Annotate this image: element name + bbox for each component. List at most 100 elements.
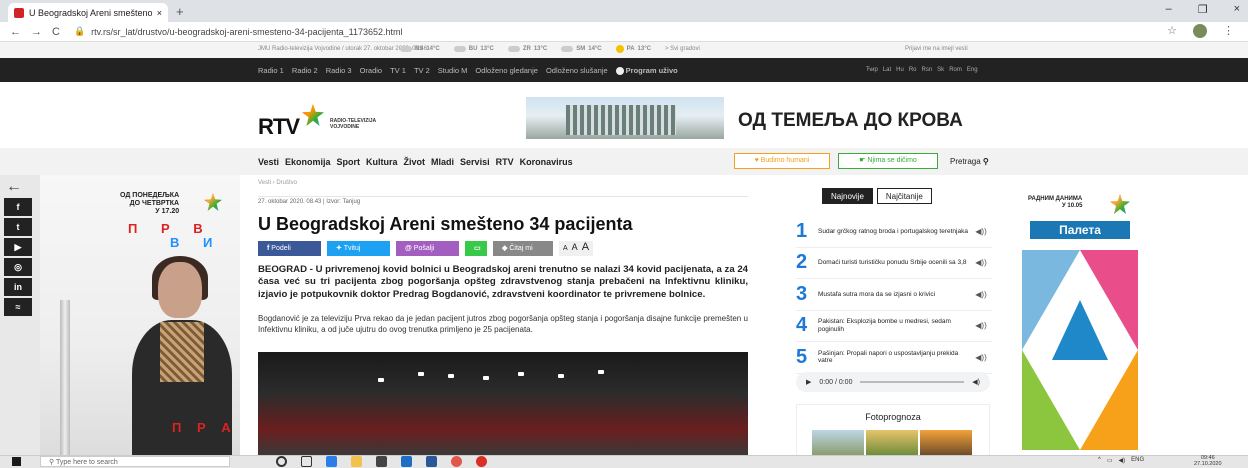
list-item[interactable]: 2 Domaći turisti turističku ponudu Srbij… bbox=[796, 248, 992, 279]
item-title[interactable]: Sudar grčkog ratnog broda i portugalskog… bbox=[814, 228, 970, 236]
font-big-button[interactable]: A bbox=[582, 241, 589, 253]
newsletter-link[interactable]: Prijavi me na imejl vesti bbox=[905, 46, 968, 52]
taskbar-clock[interactable]: 09:46 27.10.2020 bbox=[1194, 455, 1222, 467]
search-button[interactable]: Pretraga ⚲ bbox=[950, 157, 989, 166]
windows-start-icon[interactable] bbox=[12, 457, 21, 466]
menu-item[interactable]: Odloženo gledanje bbox=[475, 66, 538, 75]
cat-item[interactable]: RTV bbox=[496, 157, 514, 167]
language-indicator[interactable]: ENG bbox=[1131, 457, 1144, 464]
lang-item[interactable]: Hu bbox=[896, 67, 904, 73]
close-window-button[interactable]: × bbox=[1234, 3, 1240, 16]
menu-item[interactable]: Studio M bbox=[438, 66, 468, 75]
list-item[interactable]: 5 Pašinjan: Propali napori o uspostavlja… bbox=[796, 342, 992, 374]
instagram-icon[interactable]: ◎ bbox=[4, 258, 32, 276]
share-message-button[interactable]: ▭ bbox=[465, 241, 487, 256]
rss-icon[interactable]: ≈ bbox=[4, 298, 32, 316]
item-title[interactable]: Pakistan: Eksplozija bombe u medresi, se… bbox=[814, 318, 970, 333]
budimo-humani-button[interactable]: ♥ Budimo humani bbox=[734, 153, 830, 169]
edge-icon[interactable] bbox=[326, 456, 337, 467]
player-progress[interactable] bbox=[860, 381, 965, 383]
lang-item[interactable]: Ro bbox=[909, 67, 917, 73]
njima-se-dicimo-button[interactable]: ☛ Njima se dičimo bbox=[838, 153, 938, 169]
cat-item[interactable]: Vesti bbox=[258, 157, 279, 167]
linkedin-icon[interactable]: in bbox=[4, 278, 32, 296]
speaker-icon[interactable]: ◀)) bbox=[970, 321, 992, 330]
speaker-icon[interactable]: ◀)) bbox=[970, 353, 992, 362]
lang-item[interactable]: Rsn bbox=[922, 67, 933, 73]
browser-tab[interactable]: U Beogradskoj Areni smešteno 3 × bbox=[8, 3, 168, 22]
minimize-button[interactable]: – bbox=[1166, 3, 1172, 16]
opera-icon[interactable] bbox=[476, 456, 487, 467]
lang-item[interactable]: Sk bbox=[937, 67, 944, 73]
file-explorer-icon[interactable] bbox=[351, 456, 362, 467]
weather-item[interactable]: NS 14°C bbox=[400, 45, 440, 53]
facebook-icon[interactable]: f bbox=[4, 198, 32, 216]
profile-avatar[interactable] bbox=[1193, 24, 1207, 38]
cat-item[interactable]: Sport bbox=[337, 157, 361, 167]
speaker-icon[interactable]: ◀)) bbox=[970, 258, 992, 267]
all-cities-link[interactable]: > Svi gradovi bbox=[665, 45, 700, 53]
lang-item[interactable]: Rom bbox=[949, 67, 962, 73]
play-icon[interactable]: ▶ bbox=[806, 378, 811, 386]
store-icon[interactable] bbox=[376, 456, 387, 467]
cat-item[interactable]: Servisi bbox=[460, 157, 490, 167]
rtv-logo[interactable]: RTV bbox=[258, 114, 300, 140]
article-photo[interactable] bbox=[258, 352, 748, 456]
item-title[interactable]: Domaći turisti turističku ponudu Srbije … bbox=[814, 259, 970, 267]
speaker-icon[interactable]: ◀)) bbox=[970, 227, 992, 236]
taskbar-search-input[interactable]: ⚲ Type here to search bbox=[40, 456, 230, 467]
cat-item[interactable]: Kultura bbox=[366, 157, 398, 167]
cortana-icon[interactable] bbox=[276, 456, 287, 467]
cat-item[interactable]: Život bbox=[404, 157, 426, 167]
new-tab-button[interactable]: + bbox=[176, 4, 184, 19]
font-mid-button[interactable]: A bbox=[572, 242, 578, 252]
cat-item[interactable]: Koronavirus bbox=[520, 157, 573, 167]
reload-button[interactable]: C bbox=[52, 26, 60, 38]
foto-thumb[interactable] bbox=[866, 430, 918, 456]
share-twitter-button[interactable]: ✦ Tvituj bbox=[327, 241, 390, 256]
close-tab-icon[interactable]: × bbox=[157, 8, 162, 18]
menu-item[interactable]: TV 1 bbox=[390, 66, 406, 75]
lang-item[interactable]: Ћир bbox=[866, 67, 878, 73]
task-view-icon[interactable] bbox=[301, 456, 312, 467]
list-item[interactable]: 4 Pakistan: Eksplozija bombe u medresi, … bbox=[796, 311, 992, 342]
mail-icon[interactable] bbox=[401, 456, 412, 467]
banner-image[interactable] bbox=[526, 97, 724, 139]
twitter-icon[interactable]: t bbox=[4, 218, 32, 236]
cat-item[interactable]: Mladi bbox=[431, 157, 454, 167]
tray-arrow-icon[interactable]: ^ bbox=[1098, 457, 1101, 464]
chrome-icon[interactable] bbox=[451, 456, 462, 467]
forward-button[interactable]: → bbox=[31, 26, 42, 38]
breadcrumb[interactable]: Vesti › Društvo bbox=[258, 180, 297, 186]
weather-item[interactable]: BU 13°C bbox=[453, 45, 494, 53]
back-button[interactable]: ← bbox=[10, 26, 21, 38]
item-title[interactable]: Mustafa sutra mora da se izjasni o krivi… bbox=[814, 291, 970, 299]
weather-item[interactable]: PA 13°C bbox=[615, 45, 651, 53]
foto-thumb[interactable] bbox=[812, 430, 864, 456]
menu-item[interactable]: Radio 2 bbox=[292, 66, 318, 75]
menu-item-live[interactable]: Program uživo bbox=[615, 66, 678, 76]
weather-item[interactable]: ZR 13°C bbox=[507, 45, 547, 53]
menu-item[interactable]: TV 2 bbox=[414, 66, 430, 75]
weather-item[interactable]: SM 14°C bbox=[561, 45, 602, 53]
banner-title[interactable]: ОД ТЕМЕЉА ДО КРОВА bbox=[738, 110, 963, 132]
cat-item[interactable]: Ekonomija bbox=[285, 157, 331, 167]
maximize-button[interactable]: ❐ bbox=[1198, 3, 1208, 16]
menu-item[interactable]: Radio 3 bbox=[326, 66, 352, 75]
read-aloud-button[interactable]: ◆ Čitaj mi bbox=[493, 241, 553, 256]
menu-item[interactable]: Oradio bbox=[360, 66, 383, 75]
lang-item[interactable]: Eng bbox=[967, 67, 978, 73]
list-item[interactable]: 1 Sudar grčkog ratnog broda i portugalsk… bbox=[796, 216, 992, 248]
volume-icon[interactable]: ◀) bbox=[972, 378, 980, 386]
menu-item[interactable]: Radio 1 bbox=[258, 66, 284, 75]
youtube-icon[interactable]: ▶ bbox=[4, 238, 32, 256]
lang-item[interactable]: Lat bbox=[883, 67, 891, 73]
share-mail-button[interactable]: @ Pošalji bbox=[396, 241, 459, 256]
share-facebook-button[interactable]: f Podeli bbox=[258, 241, 321, 256]
item-title[interactable]: Pašinjan: Propali napori o uspostavljanj… bbox=[814, 350, 970, 365]
font-small-button[interactable]: A bbox=[563, 245, 568, 252]
tab-najcitanije[interactable]: Najčitanije bbox=[876, 188, 932, 204]
volume-icon[interactable]: ◀) bbox=[1119, 457, 1126, 464]
network-icon[interactable]: ▭ bbox=[1107, 457, 1113, 464]
url-field[interactable]: 🔒 rtv.rs/sr_lat/drustvo/u-beogradskoj-ar… bbox=[74, 26, 403, 37]
